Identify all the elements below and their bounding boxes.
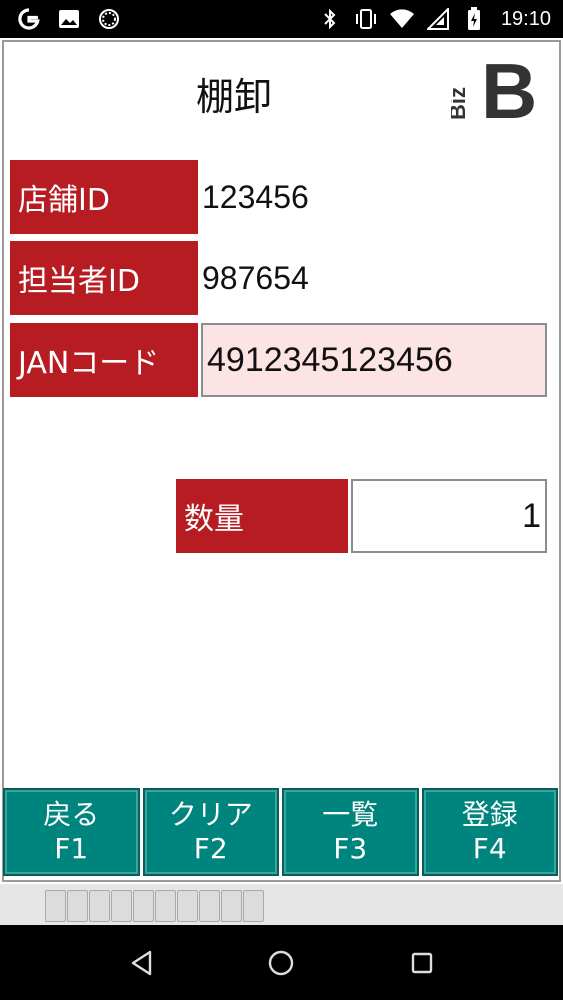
back-button-key: F1 — [54, 832, 89, 865]
back-triangle-icon[interactable] — [126, 947, 158, 979]
progress-segment — [155, 890, 176, 922]
clear-button-label: クリア — [168, 798, 253, 831]
store-id-label: 店舗ID — [10, 160, 198, 234]
logo-small-text: Biz — [451, 87, 470, 120]
progress-segment — [89, 890, 110, 922]
store-id-value: 123456 — [202, 178, 309, 215]
logo-big-text: B — [481, 58, 537, 124]
progress-segment — [133, 890, 154, 922]
list-button-label: 一覧 — [322, 798, 379, 831]
progress-segment — [177, 890, 198, 922]
page-title: 棚卸 — [195, 75, 272, 119]
vibrate-icon — [353, 6, 379, 32]
quantity-label: 数量 — [176, 479, 348, 553]
register-f4-button[interactable]: 登録 F4 — [421, 788, 558, 876]
status-bar: 19:10 — [0, 0, 563, 38]
recents-square-icon[interactable] — [406, 947, 438, 979]
back-f1-button[interactable]: 戻る F1 — [3, 788, 140, 876]
staff-id-value: 987654 — [202, 259, 309, 296]
function-key-bar: 戻る F1 クリア F2 一覧 F3 登録 F4 — [3, 788, 558, 876]
clock-time: 19:10 — [500, 7, 551, 30]
app-frame: 棚卸 Biz B 店舗ID 123456 担当者ID 987654 JANコード… — [2, 40, 561, 882]
list-f3-button[interactable]: 一覧 F3 — [282, 788, 419, 876]
signal-icon — [425, 6, 451, 32]
quantity-input[interactable]: 1 — [351, 479, 547, 553]
image-icon — [56, 6, 82, 32]
progress-segment — [111, 890, 132, 922]
progress-segment — [45, 890, 66, 922]
list-button-key: F3 — [333, 832, 368, 865]
biz-b-logo: Biz B — [451, 58, 537, 124]
bottom-status-strip — [0, 884, 563, 925]
clear-f2-button[interactable]: クリア F2 — [142, 788, 279, 876]
wifi-icon — [389, 6, 415, 32]
back-button-label: 戻る — [43, 798, 100, 831]
register-button-key: F4 — [472, 832, 507, 865]
clear-button-key: F2 — [193, 832, 228, 865]
jan-code-label: JANコード — [10, 323, 198, 397]
progress-segment — [199, 890, 220, 922]
register-button-label: 登録 — [461, 798, 518, 831]
inventory-screen: 棚卸 Biz B 店舗ID 123456 担当者ID 987654 JANコード… — [0, 38, 563, 925]
circle-grid-icon — [96, 6, 122, 32]
system-nav-bar — [0, 925, 563, 1000]
battery-icon — [461, 6, 487, 32]
jan-code-input[interactable]: 4912345123456 — [201, 323, 547, 397]
home-circle-icon[interactable] — [265, 947, 297, 979]
google-icon — [16, 6, 42, 32]
progress-segments — [45, 890, 264, 922]
progress-segment — [221, 890, 242, 922]
bluetooth-icon — [317, 6, 343, 32]
staff-id-label: 担当者ID — [10, 241, 198, 315]
progress-segment — [67, 890, 88, 922]
progress-segment — [243, 890, 264, 922]
